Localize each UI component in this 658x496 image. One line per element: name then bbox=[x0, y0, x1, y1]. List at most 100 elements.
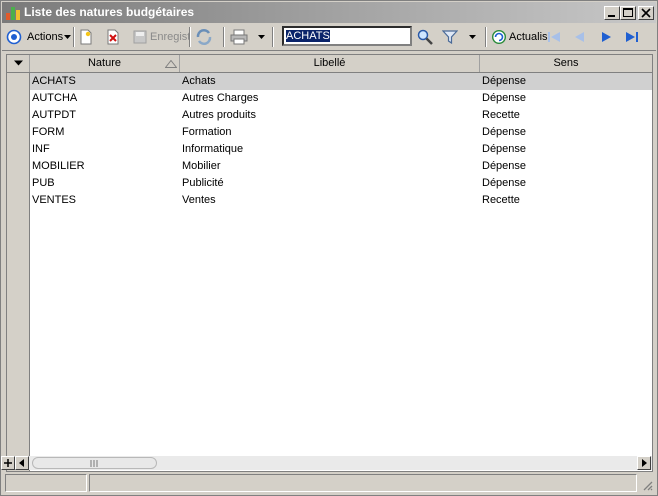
table-row[interactable]: AUTPDT Autres produits Recette bbox=[30, 107, 652, 124]
horizontal-scrollbar[interactable] bbox=[1, 456, 652, 470]
cell-libelle: Autres produits bbox=[182, 109, 256, 121]
status-bar bbox=[3, 474, 655, 493]
cell-libelle: Publicité bbox=[182, 177, 224, 189]
new-document-icon bbox=[80, 29, 92, 45]
minimize-button[interactable] bbox=[604, 6, 620, 20]
new-button[interactable] bbox=[79, 27, 93, 47]
first-record-button[interactable] bbox=[546, 27, 562, 47]
cell-libelle: Formation bbox=[182, 126, 232, 138]
table-row[interactable]: PUB Publicité Dépense bbox=[30, 175, 652, 192]
chevron-down-icon bbox=[258, 35, 265, 39]
cell-nature: VENTES bbox=[32, 194, 77, 206]
filter-button[interactable] bbox=[442, 27, 476, 47]
data-grid[interactable]: Nature Libellé Sens ACHATS Achats Dépens… bbox=[6, 54, 653, 472]
cell-libelle: Mobilier bbox=[182, 160, 221, 172]
status-pane bbox=[5, 474, 87, 492]
save-button[interactable]: Enregist bbox=[133, 27, 190, 47]
previous-icon bbox=[575, 32, 584, 42]
cell-nature: PUB bbox=[32, 177, 55, 189]
delete-button[interactable] bbox=[106, 27, 120, 47]
window-title: Liste des natures budgétaires bbox=[24, 5, 195, 19]
row-selector-column[interactable] bbox=[7, 73, 30, 471]
cell-sens: Recette bbox=[482, 194, 520, 206]
maximize-button[interactable] bbox=[620, 6, 636, 20]
cell-nature: AUTPDT bbox=[32, 109, 76, 121]
sync-button[interactable] bbox=[195, 27, 213, 47]
toolbar-separator bbox=[223, 27, 225, 47]
scroll-left-button[interactable] bbox=[15, 456, 29, 470]
cell-nature: INF bbox=[32, 143, 50, 155]
grid-header: Nature Libellé Sens bbox=[7, 55, 652, 73]
plus-icon bbox=[4, 459, 12, 467]
search-icon bbox=[417, 29, 433, 45]
refresh-label: Actualis bbox=[509, 31, 548, 43]
actions-menu-button[interactable]: Actions bbox=[6, 27, 72, 47]
toolbar-separator bbox=[189, 27, 191, 47]
cell-libelle: Autres Charges bbox=[182, 92, 259, 104]
cell-sens: Dépense bbox=[482, 75, 527, 87]
table-row[interactable]: FORM Formation Dépense bbox=[30, 124, 652, 141]
previous-record-button[interactable] bbox=[572, 27, 588, 47]
sync-icon bbox=[196, 29, 212, 45]
scroll-right-button[interactable] bbox=[637, 456, 651, 470]
cell-nature: MOBILIER bbox=[32, 160, 85, 172]
column-header-nature[interactable]: Nature bbox=[30, 55, 180, 72]
toolbar-separator bbox=[272, 27, 274, 47]
close-button[interactable] bbox=[638, 6, 654, 20]
maximize-icon bbox=[623, 8, 633, 17]
filter-icon bbox=[442, 30, 458, 45]
chevron-down-icon bbox=[64, 35, 72, 39]
refresh-button[interactable]: Actualis bbox=[491, 27, 548, 47]
last-icon bbox=[626, 32, 638, 42]
minimize-icon bbox=[608, 15, 615, 17]
column-header-libelle[interactable]: Libellé bbox=[180, 55, 480, 72]
toolbar-separator bbox=[73, 27, 75, 47]
window: Liste des natures budgétaires Actions En… bbox=[0, 0, 658, 496]
search-button[interactable] bbox=[416, 27, 434, 47]
chevron-down-icon bbox=[469, 35, 476, 39]
table-row[interactable]: INF Informatique Dépense bbox=[30, 141, 652, 158]
actions-label: Actions bbox=[27, 31, 64, 43]
save-label: Enregist bbox=[150, 31, 191, 43]
row-menu-button[interactable] bbox=[7, 55, 30, 72]
chevron-down-icon bbox=[13, 60, 23, 66]
close-icon bbox=[641, 8, 651, 18]
column-header-label: Nature bbox=[87, 57, 122, 69]
cell-sens: Dépense bbox=[482, 143, 527, 155]
cell-nature: FORM bbox=[32, 126, 65, 138]
delete-icon bbox=[107, 29, 119, 45]
grip-icon bbox=[90, 460, 98, 467]
resize-grip-icon[interactable] bbox=[641, 479, 653, 491]
cell-sens: Dépense bbox=[482, 160, 527, 172]
cell-libelle: Ventes bbox=[182, 194, 216, 206]
cell-libelle: Achats bbox=[182, 75, 216, 87]
status-pane bbox=[89, 474, 637, 492]
scrollbar-thumb[interactable] bbox=[32, 457, 157, 469]
title-bar[interactable]: Liste des natures budgétaires bbox=[2, 2, 656, 23]
search-input[interactable]: ACHATS bbox=[282, 26, 412, 46]
cell-nature: AUTCHA bbox=[32, 92, 78, 104]
cell-libelle: Informatique bbox=[182, 143, 244, 155]
next-record-button[interactable] bbox=[598, 27, 614, 47]
cell-sens: Dépense bbox=[482, 177, 527, 189]
refresh-icon bbox=[491, 29, 507, 45]
first-icon bbox=[548, 32, 560, 42]
column-header-sens[interactable]: Sens bbox=[480, 55, 652, 72]
table-row[interactable]: AUTCHA Autres Charges Dépense bbox=[30, 90, 652, 107]
printer-icon bbox=[230, 29, 248, 45]
next-icon bbox=[602, 32, 611, 42]
print-button[interactable] bbox=[230, 27, 265, 47]
add-row-button[interactable] bbox=[1, 456, 15, 470]
cell-nature: ACHATS bbox=[32, 75, 76, 87]
app-icon bbox=[6, 7, 20, 20]
table-row[interactable]: ACHATS Achats Dépense bbox=[30, 73, 652, 90]
arrow-right-icon bbox=[642, 459, 647, 467]
search-value: ACHATS bbox=[286, 30, 330, 42]
table-row[interactable]: VENTES Ventes Recette bbox=[30, 192, 652, 209]
cell-sens: Recette bbox=[482, 109, 520, 121]
column-header-label: Sens bbox=[553, 57, 579, 69]
last-record-button[interactable] bbox=[624, 27, 640, 47]
table-row[interactable]: MOBILIER Mobilier Dépense bbox=[30, 158, 652, 175]
column-header-label: Libellé bbox=[313, 57, 346, 69]
actions-icon bbox=[6, 29, 22, 45]
